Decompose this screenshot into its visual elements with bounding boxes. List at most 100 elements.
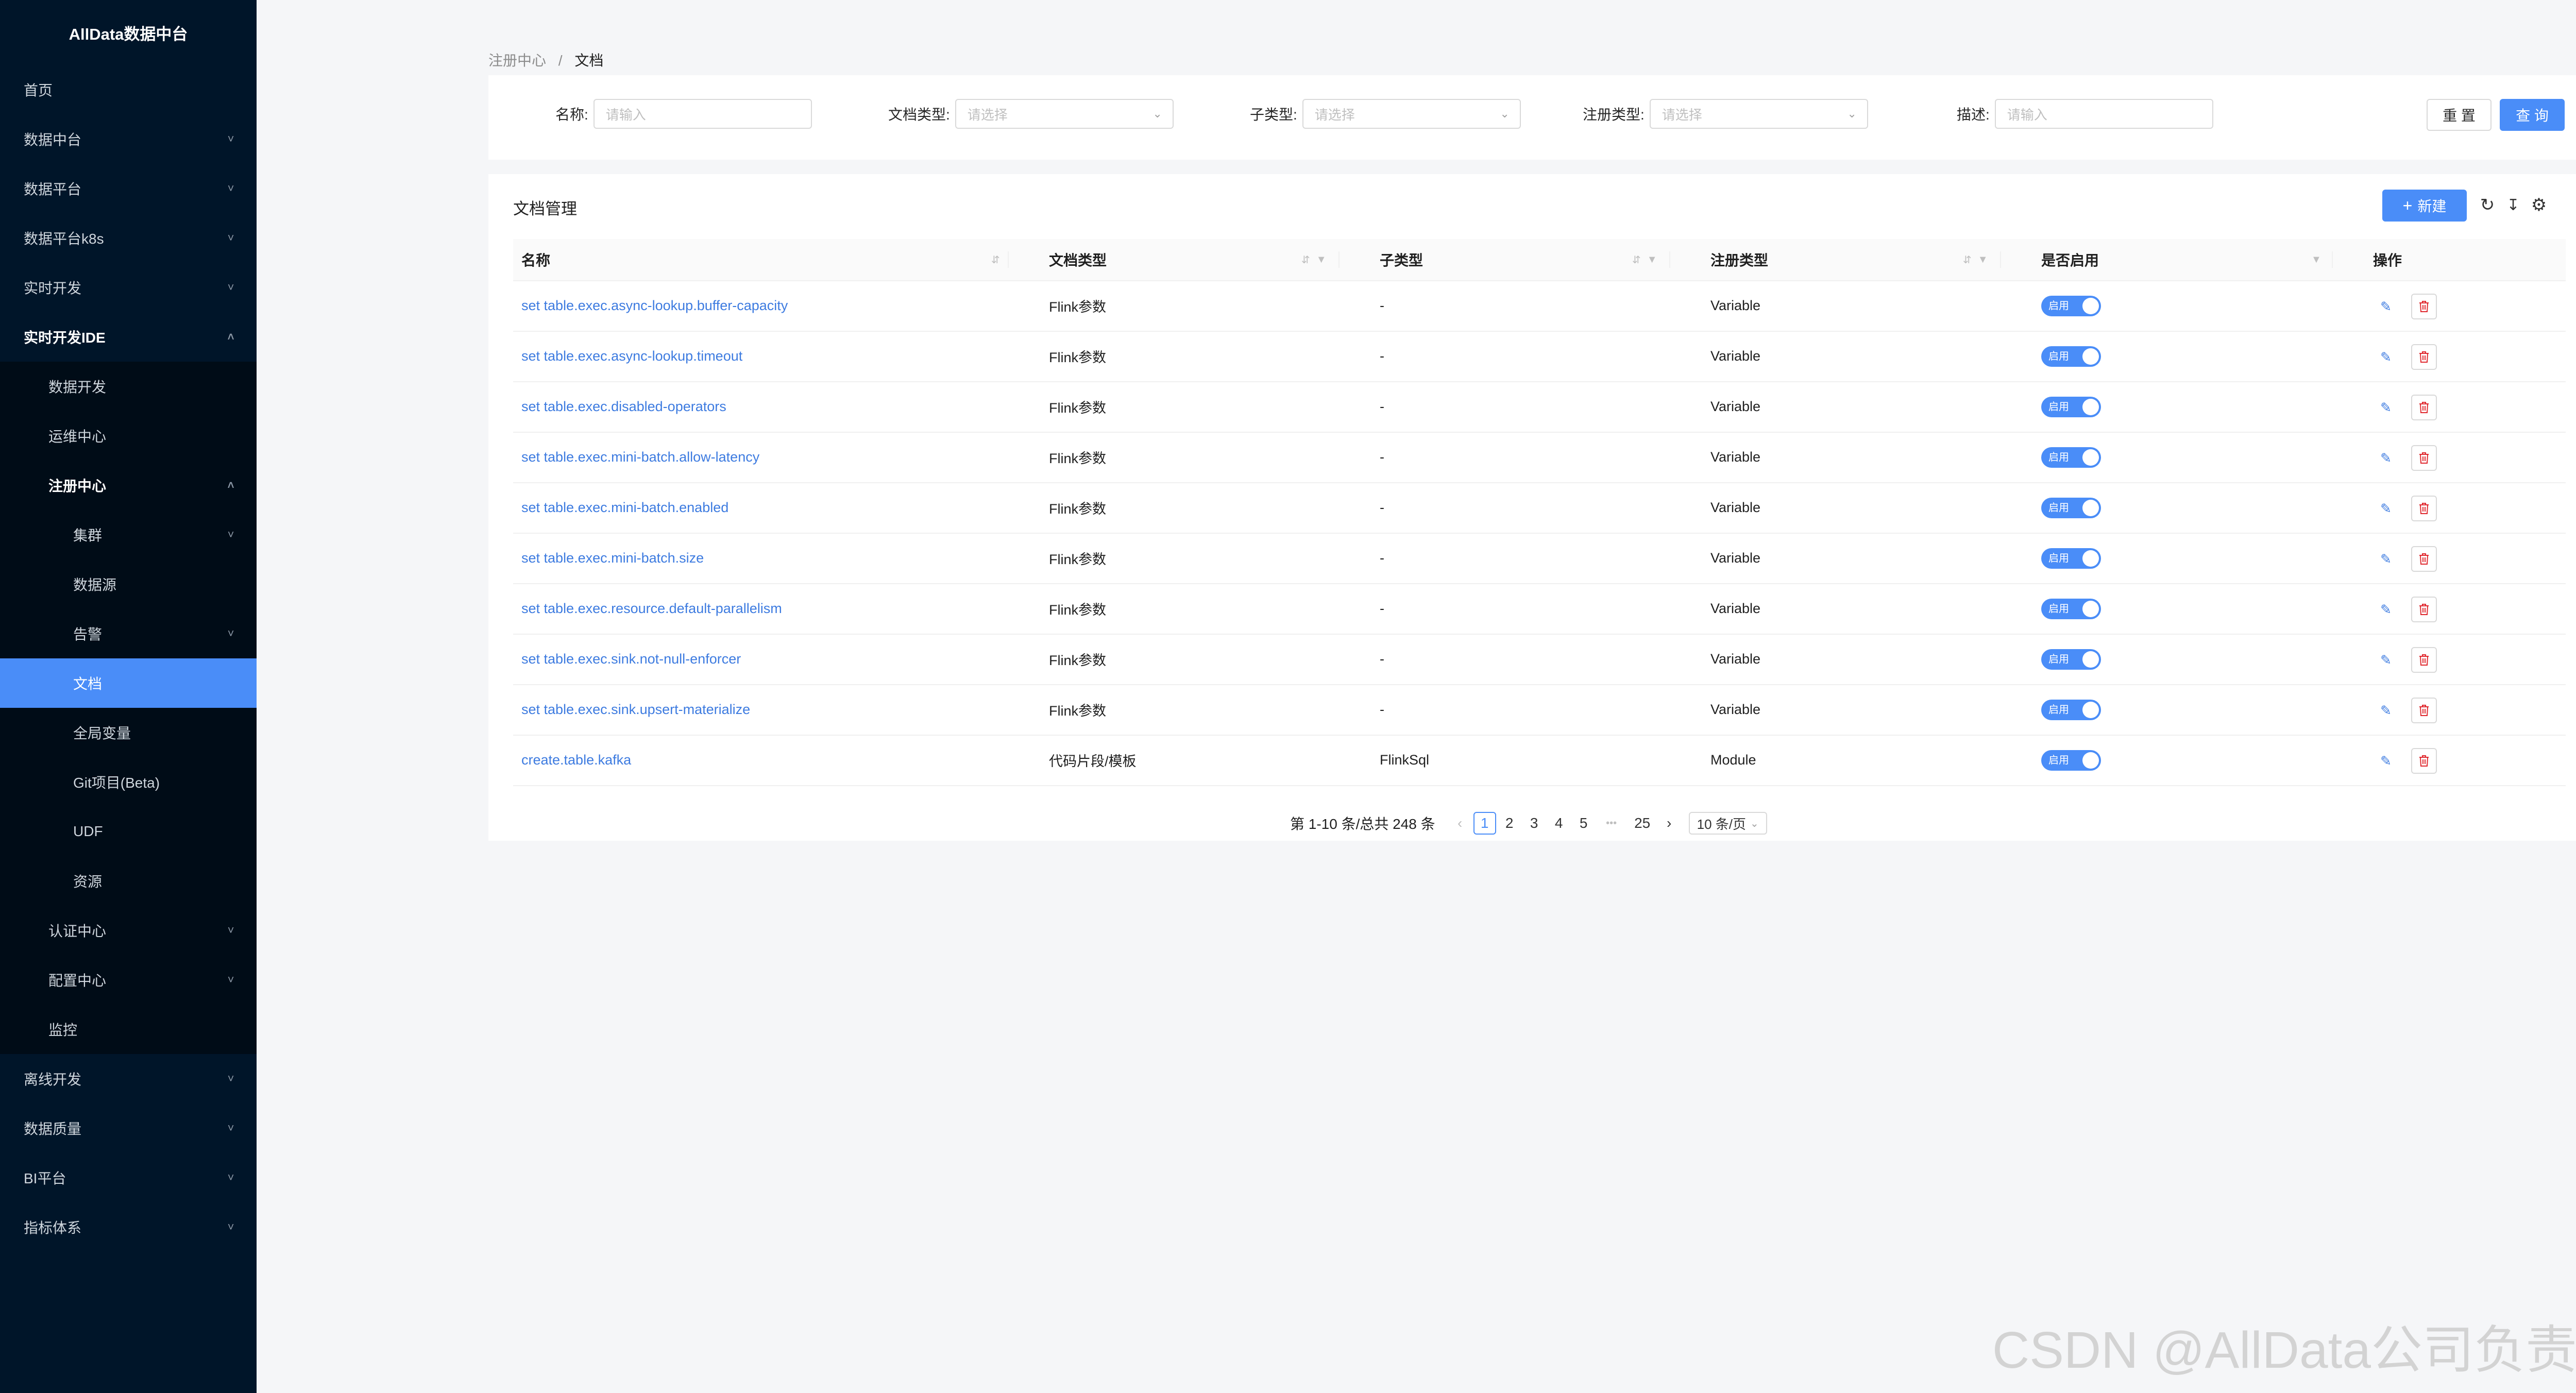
filter-icon[interactable]: ▼ [1316,254,1327,266]
sort-icon[interactable]: ⇵ [991,253,1000,266]
page-ellipsis[interactable]: ••• [1597,812,1626,835]
doc-name-link[interactable]: set table.exec.mini-batch.allow-latency [521,432,759,482]
edit-icon[interactable]: ✎ [2373,344,2399,370]
app-logo[interactable]: AllData数据中台 [0,0,257,65]
sidebar-item[interactable]: 数据平台k8s ˅ [0,213,257,263]
new-button[interactable]: + 新建 [2382,190,2467,222]
delete-icon[interactable] [2411,344,2437,370]
sidebar-item[interactable]: 资源 [0,856,257,906]
delete-icon[interactable] [2411,546,2437,572]
enabled-toggle[interactable]: 启用 [2041,599,2101,619]
delete-icon[interactable] [2411,698,2437,723]
filter-icon[interactable]: ▼ [1978,254,1988,266]
col-name[interactable]: 名称 [521,239,550,280]
sub-type-select[interactable]: 请选择 ⌄ [1302,99,1521,129]
edit-icon[interactable]: ✎ [2373,748,2399,774]
sidebar-item[interactable]: 集群 ˅ [0,510,257,559]
name-input[interactable]: 请输入 [593,99,812,129]
refresh-icon[interactable]: ↻ [2476,194,2499,216]
edit-icon[interactable]: ✎ [2373,294,2399,319]
edit-icon[interactable]: ✎ [2373,597,2399,622]
page-number[interactable]: 5 [1572,812,1595,835]
sidebar-item[interactable]: BI平台 ˅ [0,1153,257,1202]
delete-icon[interactable] [2411,445,2437,471]
sort-icon[interactable]: ⇵ [1301,253,1310,266]
sidebar-item[interactable]: 配置中心 ˅ [0,955,257,1005]
sidebar-item[interactable]: 指标体系 ˅ [0,1202,257,1252]
settings-gear-icon[interactable]: ⚙ [2528,194,2550,216]
edit-icon[interactable]: ✎ [2373,546,2399,572]
col-sub-type[interactable]: 子类型 [1380,239,1423,280]
delete-icon[interactable] [2411,294,2437,319]
page-size-select[interactable]: 10 条/页 ⌄ [1688,812,1767,835]
enabled-toggle[interactable]: 启用 [2041,498,2101,518]
page-number[interactable]: 2 [1498,812,1521,835]
sidebar-item[interactable]: 文档 [0,658,257,708]
edit-icon[interactable]: ✎ [2373,647,2399,673]
sidebar-item[interactable]: 数据源 [0,559,257,609]
edit-icon[interactable]: ✎ [2373,395,2399,420]
doc-name-link[interactable]: set table.exec.sink.not-null-enforcer [521,634,741,684]
doc-name-link[interactable]: set table.exec.disabled-operators [521,381,726,432]
query-button[interactable]: 查 询 [2500,99,2565,131]
enabled-toggle[interactable]: 启用 [2041,750,2101,771]
delete-icon[interactable] [2411,395,2437,420]
sidebar-item[interactable]: 监控 [0,1005,257,1054]
next-page-icon[interactable]: › [1658,812,1681,835]
sidebar-item[interactable]: 实时开发 ˅ [0,263,257,312]
doc-type-select[interactable]: 请选择 ⌄ [955,99,1174,129]
sidebar-item[interactable]: 数据中台 ˅ [0,114,257,164]
enabled-toggle[interactable]: 启用 [2041,397,2101,417]
sidebar-item[interactable]: 离线开发 ˅ [0,1054,257,1103]
delete-icon[interactable] [2411,496,2437,521]
sidebar-item[interactable]: 全局变量 [0,708,257,757]
enabled-toggle[interactable]: 启用 [2041,649,2101,670]
edit-icon[interactable]: ✎ [2373,445,2399,471]
sort-icon[interactable]: ⇵ [1963,253,1972,266]
reset-button[interactable]: 重 置 [2427,99,2492,131]
column-height-icon[interactable]: ↧ [2502,194,2524,216]
delete-icon[interactable] [2411,748,2437,774]
enabled-toggle[interactable]: 启用 [2041,346,2101,367]
sidebar-item[interactable]: 告警 ˅ [0,609,257,658]
sidebar-item[interactable]: 首页 [0,65,257,114]
filter-icon[interactable]: ▼ [1647,254,1657,266]
sidebar-item[interactable]: UDF [0,807,257,856]
sidebar-item[interactable]: 数据质量 ˅ [0,1103,257,1153]
sidebar-item[interactable]: 实时开发IDE ˄ [0,312,257,362]
delete-icon[interactable] [2411,647,2437,673]
doc-name-link[interactable]: set table.exec.resource.default-parallel… [521,583,782,634]
sort-icon[interactable]: ⇵ [1632,253,1641,266]
enabled-toggle[interactable]: 启用 [2041,296,2101,316]
doc-name-link[interactable]: create.table.kafka [521,735,631,785]
enabled-toggle[interactable]: 启用 [2041,548,2101,569]
page-number[interactable]: 3 [1523,812,1546,835]
breadcrumb: 注册中心 / 文档 [488,49,603,70]
sidebar-item[interactable]: 注册中心 ˄ [0,461,257,510]
sidebar-item[interactable]: Git项目(Beta) [0,757,257,807]
col-doc-type[interactable]: 文档类型 [1049,239,1107,280]
sidebar-item[interactable]: 认证中心 ˅ [0,906,257,955]
page-number[interactable]: 4 [1548,812,1570,835]
doc-name-link[interactable]: set table.exec.async-lookup.buffer-capac… [521,280,788,331]
sidebar-item[interactable]: 数据平台 ˅ [0,164,257,213]
doc-name-link[interactable]: set table.exec.mini-batch.size [521,533,704,583]
sidebar-item[interactable]: 运维中心 [0,411,257,461]
enabled-toggle[interactable]: 启用 [2041,447,2101,468]
desc-input[interactable]: 请输入 [1994,99,2213,129]
doc-name-link[interactable]: set table.exec.mini-batch.enabled [521,482,728,533]
reg-type-select[interactable]: 请选择 ⌄ [1649,99,1868,129]
doc-name-link[interactable]: set table.exec.async-lookup.timeout [521,331,742,381]
col-reg-type[interactable]: 注册类型 [1710,239,1768,280]
sidebar-item[interactable]: 数据开发 [0,362,257,411]
page-number[interactable]: 1 [1473,812,1496,835]
edit-icon[interactable]: ✎ [2373,496,2399,521]
delete-icon[interactable] [2411,597,2437,622]
page-last[interactable]: 25 [1631,812,1654,835]
enabled-toggle[interactable]: 启用 [2041,700,2101,720]
prev-page-icon[interactable]: ‹ [1449,812,1471,835]
doc-name-link[interactable]: set table.exec.sink.upsert-materialize [521,684,750,735]
edit-icon[interactable]: ✎ [2373,698,2399,723]
breadcrumb-parent[interactable]: 注册中心 [488,53,546,69]
filter-icon[interactable]: ▼ [2311,254,2321,266]
